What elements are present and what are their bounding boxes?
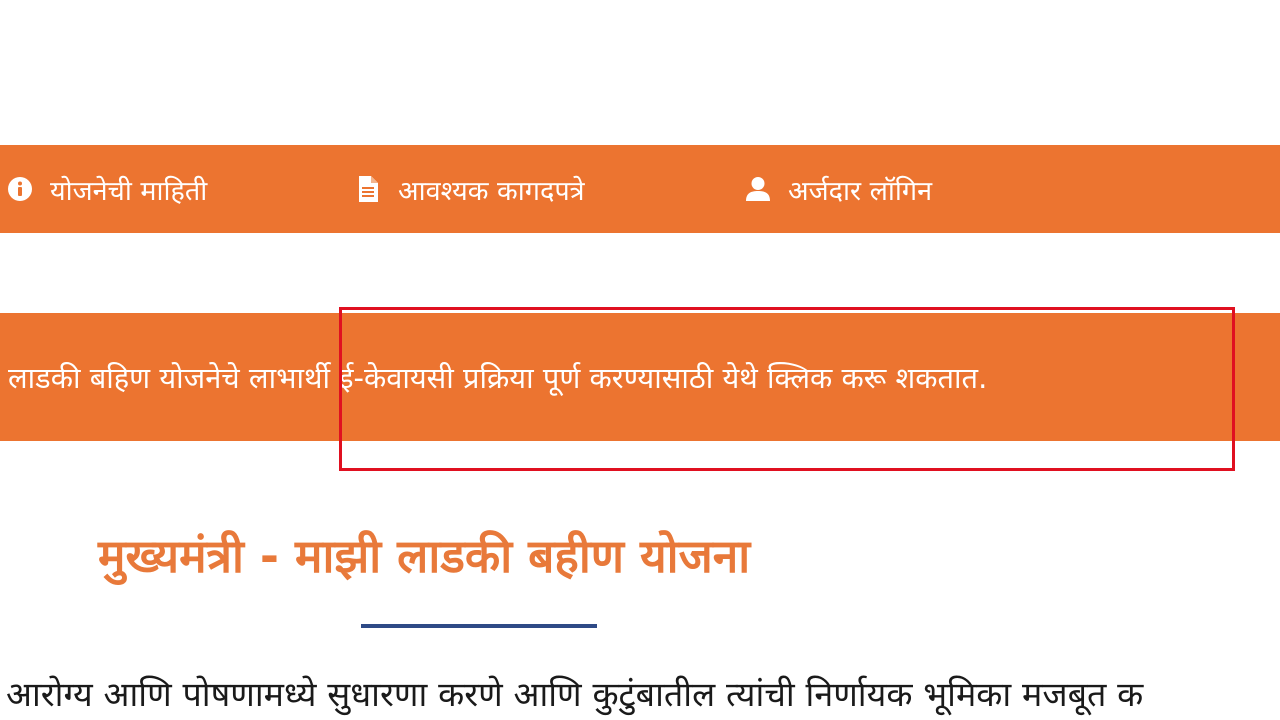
nav-item-scheme-info[interactable]: योजनेची माहिती <box>6 145 207 233</box>
user-icon <box>744 175 772 203</box>
page: योजनेची माहिती आवश्यक कागदपत्रे अर्जदार … <box>0 0 1280 720</box>
ekyc-notice-link[interactable]: लाडकी बहिण योजनेचे लाभार्थी ई-केवायसी प्… <box>8 313 987 441</box>
title-underline-divider <box>361 624 597 628</box>
nav-item-label: अर्जदार लॉगिन <box>788 175 933 207</box>
intro-paragraph: आरोग्य आणि पोषणामध्ये सुधारणा करणे आणि क… <box>6 675 1144 715</box>
nav-item-label: आवश्यक कागदपत्रे <box>398 175 585 207</box>
document-icon <box>354 175 382 203</box>
ekyc-notice-banner: लाडकी बहिण योजनेचे लाभार्थी ई-केवायसी प्… <box>0 313 1280 441</box>
page-title: मुख्यमंत्री - माझी लाडकी बहीण योजना <box>98 529 751 583</box>
nav-item-label: योजनेची माहिती <box>50 175 208 207</box>
info-circle-icon <box>6 175 34 203</box>
nav-item-required-documents[interactable]: आवश्यक कागदपत्रे <box>354 145 585 233</box>
nav-item-applicant-login[interactable]: अर्जदार लॉगिन <box>744 145 932 233</box>
top-navigation-bar: योजनेची माहिती आवश्यक कागदपत्रे अर्जदार … <box>0 145 1280 233</box>
